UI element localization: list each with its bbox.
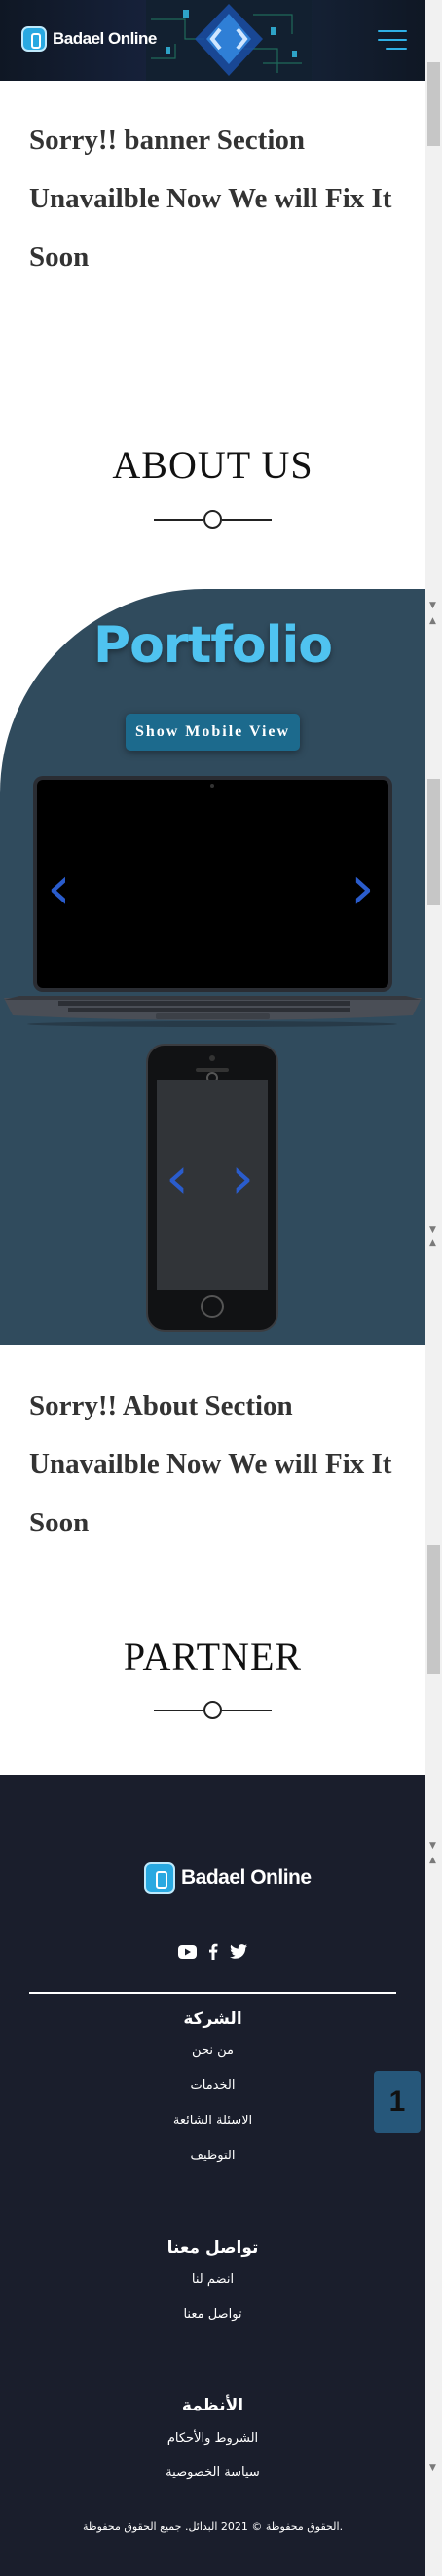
twitter-icon[interactable]	[230, 1943, 247, 1960]
contact-heading: تواصل معنا	[166, 2238, 259, 2258]
scroll-down-arrow-icon[interactable]: ▼	[429, 1225, 436, 1234]
site-footer: Badael Online الشركة من نحن الخدمات الاس…	[0, 1775, 425, 2576]
facebook-icon[interactable]	[208, 1943, 218, 1960]
footer-link-services[interactable]: الخدمات	[0, 2079, 425, 2093]
portfolio-title: Portfolio	[92, 616, 333, 675]
footer-logo[interactable]: Badael Online	[144, 1862, 312, 1894]
laptop-prev-arrow-icon[interactable]: ‹	[47, 852, 71, 923]
footer-link-join-us[interactable]: انضم لنا	[0, 2272, 425, 2287]
logo-mark-icon	[21, 26, 47, 52]
footer-link-about[interactable]: من نحن	[0, 2043, 425, 2058]
scroll-up-arrow-icon[interactable]: ▲	[429, 1856, 436, 1865]
about-title: ABOUT US	[112, 443, 313, 487]
scroll-down-arrow-icon[interactable]: ▼	[429, 1841, 436, 1851]
footer-divider	[29, 1992, 396, 1994]
site-header: Badael Online	[0, 0, 425, 81]
logo-text: Badael Online	[53, 29, 157, 48]
youtube-icon[interactable]	[178, 1943, 197, 1960]
footer-link-careers[interactable]: التوظيف	[0, 2149, 425, 2163]
banner-unavailable-message: Sorry!! banner Section Unavailble Now We…	[29, 125, 392, 273]
show-mobile-view-button[interactable]: Show Mobile View	[126, 714, 300, 751]
header-logo[interactable]: Badael Online	[21, 26, 157, 52]
badge-label: 1	[388, 2085, 406, 2117]
hamburger-menu-icon[interactable]	[374, 26, 407, 54]
scroll-down-arrow-icon[interactable]: ▼	[429, 601, 436, 610]
phone-prev-arrow-icon[interactable]: ‹	[166, 1144, 189, 1212]
scroll-down-arrow-icon[interactable]: ▼	[429, 2463, 436, 2473]
social-links	[0, 1943, 425, 1960]
scrollbar-thumb[interactable]	[427, 779, 440, 905]
footer-link-privacy[interactable]: سياسة الخصوصية	[0, 2465, 425, 2480]
floating-badge[interactable]: 1	[374, 2071, 421, 2133]
logo-mark-icon	[144, 1862, 175, 1894]
portfolio-section: Portfolio Show Mobile View ‹ › ‹ ›	[0, 589, 425, 1345]
scroll-up-arrow-icon[interactable]: ▲	[429, 1238, 436, 1248]
copyright-text: الحقوق محفوظة © 2021 البدائل. جميع الحقو…	[82, 2521, 344, 2533]
partner-title: PARTNER	[123, 1635, 303, 1678]
footer-link-contact-us[interactable]: تواصل معنا	[0, 2307, 425, 2322]
tech-graphic	[146, 0, 312, 81]
footer-logo-text: Badael Online	[181, 1866, 312, 1889]
page-scrollbar[interactable]: ▼ ▲ ▼ ▲ ▼ ▲ ▼	[425, 0, 442, 2576]
phone-next-arrow-icon[interactable]: ›	[231, 1144, 254, 1212]
laptop-next-arrow-icon[interactable]: ›	[350, 852, 375, 923]
scroll-up-arrow-icon[interactable]: ▲	[429, 616, 436, 626]
about-divider	[154, 510, 272, 530]
footer-link-terms[interactable]: الشروط والأحكام	[0, 2431, 425, 2446]
partner-divider	[154, 1701, 272, 1720]
systems-heading: الأنظمة	[181, 2396, 244, 2415]
about-unavailable-message: Sorry!! About Section Unavailble Now We …	[29, 1390, 392, 1538]
scrollbar-thumb[interactable]	[427, 1545, 440, 1674]
scrollbar-thumb[interactable]	[427, 62, 440, 146]
company-heading: الشركة	[183, 2009, 242, 2029]
footer-link-faq[interactable]: الاسئلة الشائعة	[0, 2114, 425, 2128]
